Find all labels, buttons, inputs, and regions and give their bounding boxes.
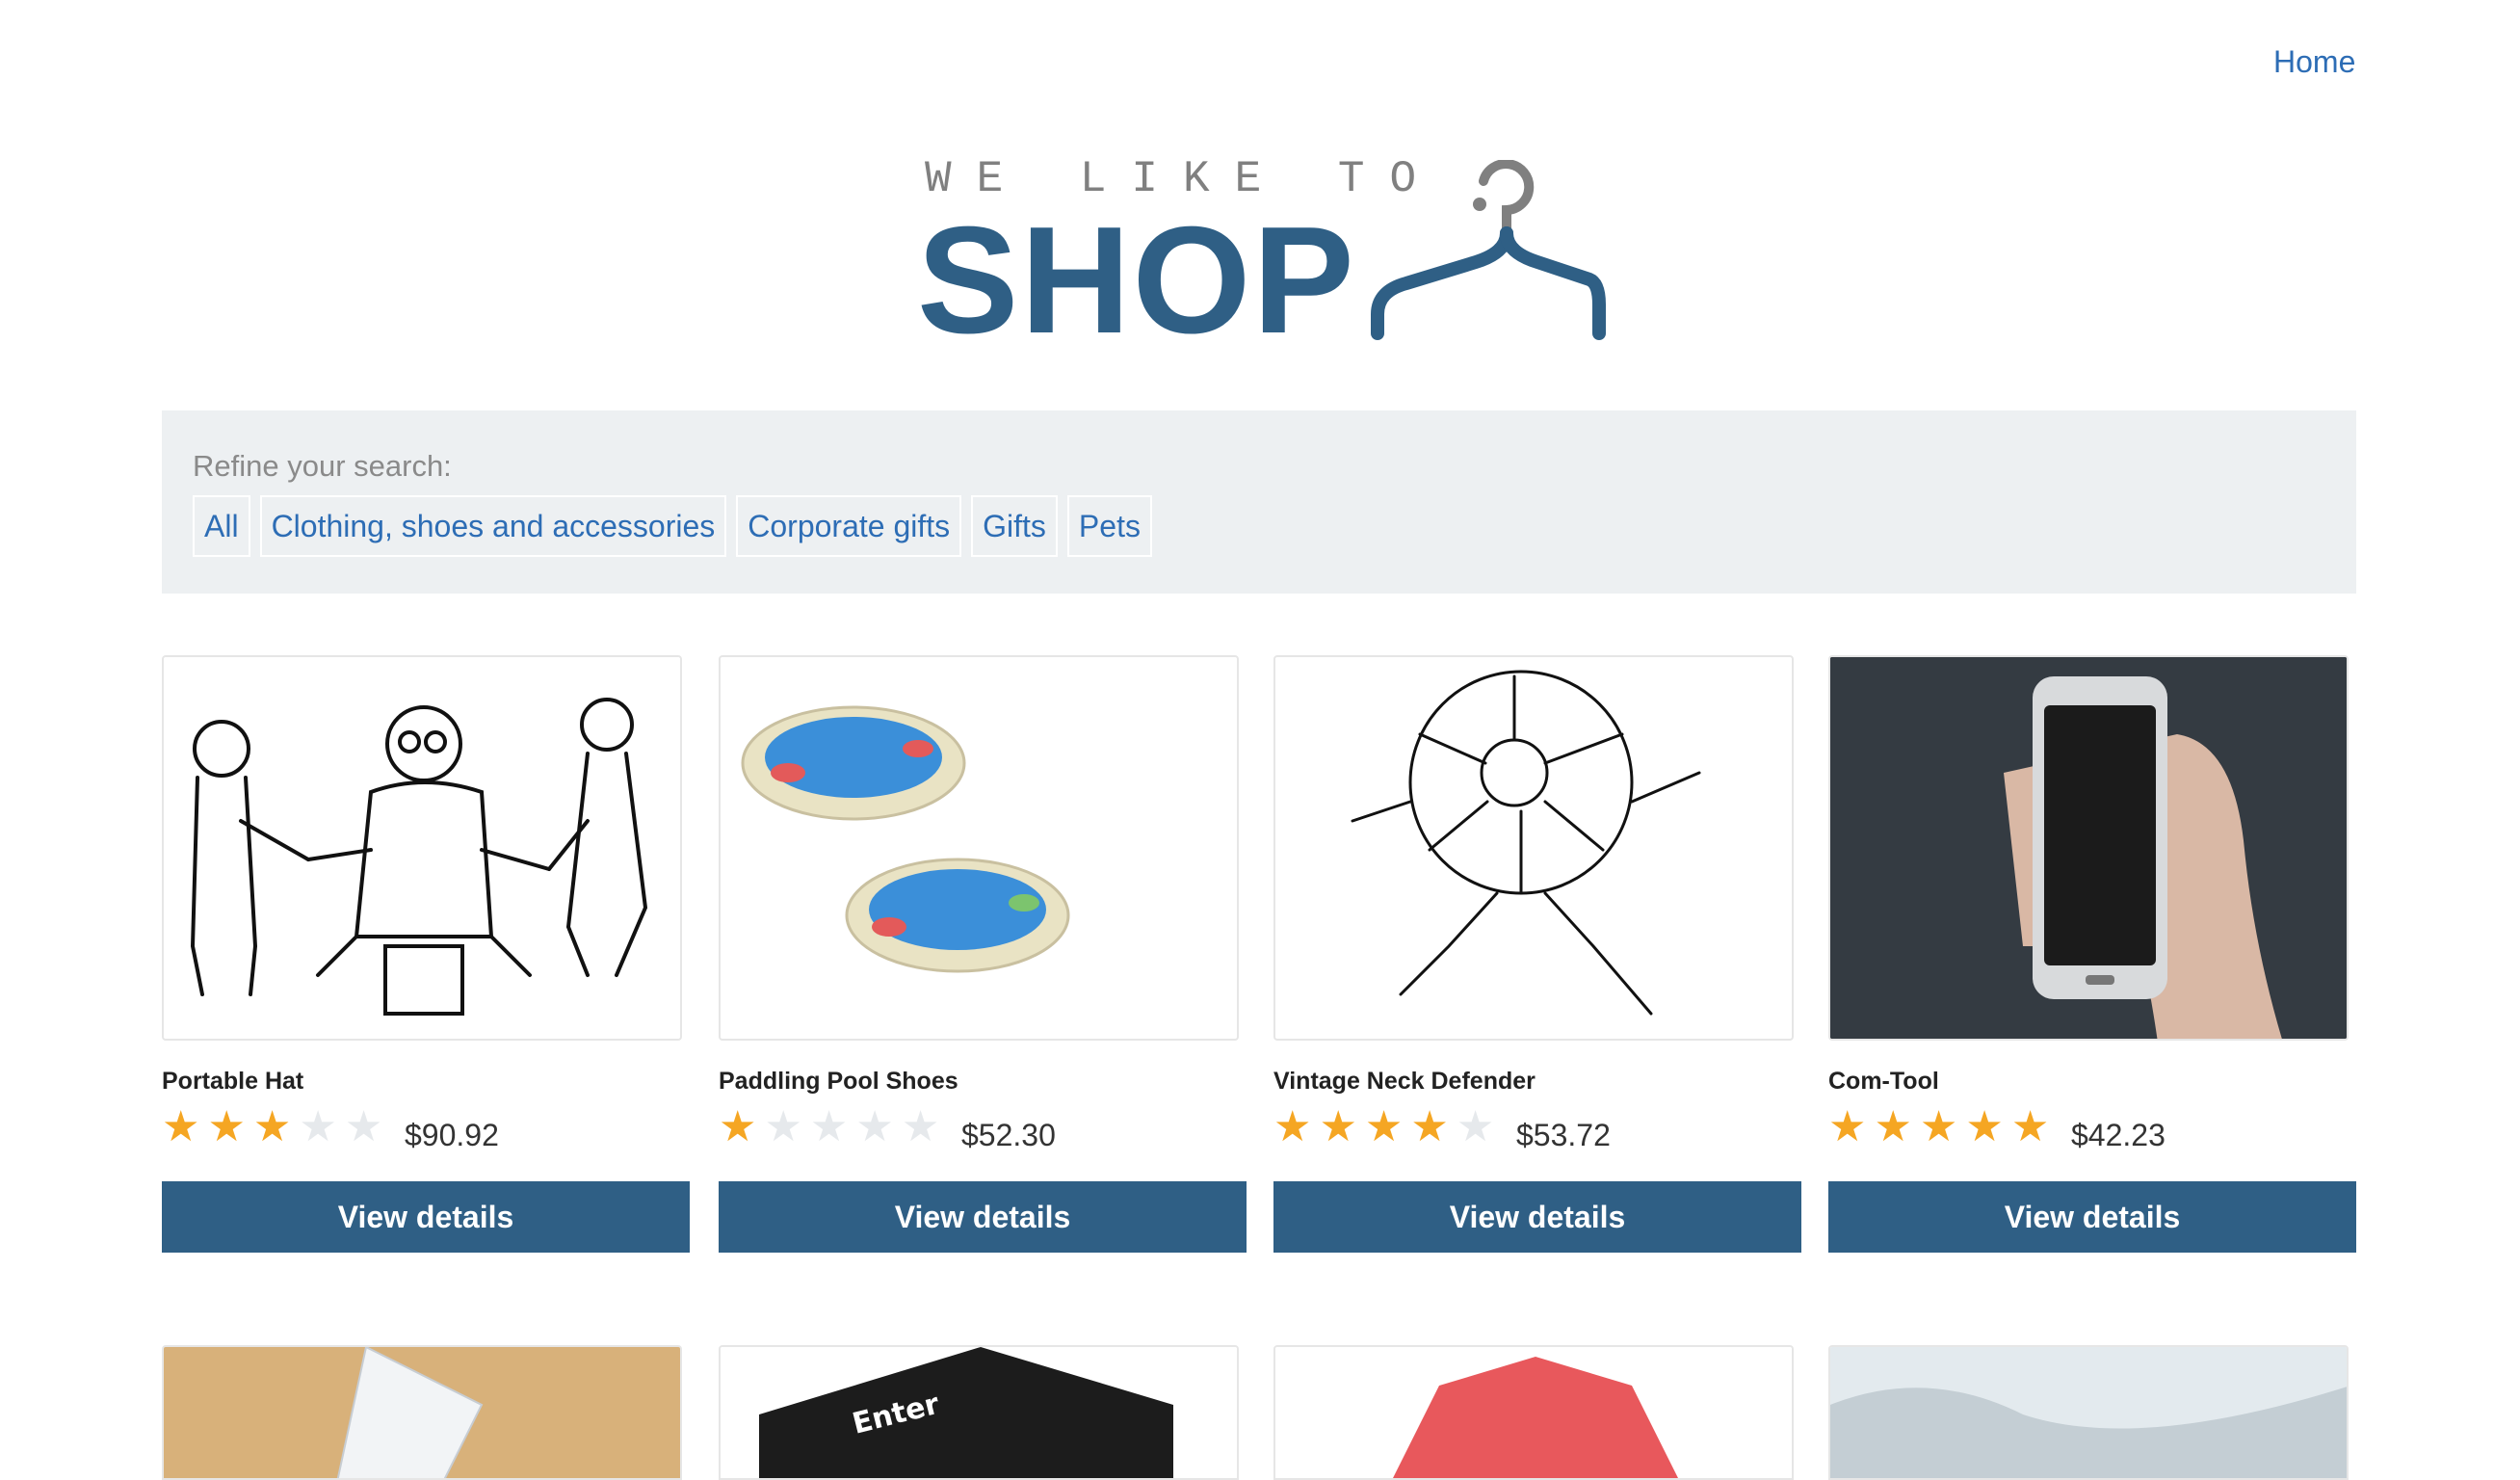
product-image[interactable]	[162, 655, 682, 1041]
product-price: $42.23	[2071, 1118, 2166, 1152]
logo-wordmark: SHOP	[917, 196, 1356, 365]
product-card: Com-Tool ★ ★ ★ ★ ★ $42.23 View details	[1828, 655, 2356, 1253]
star-filled-icon: ★	[1410, 1103, 1449, 1150]
filter-corporate-gifts[interactable]: Corporate gifts	[736, 495, 962, 557]
view-details-button[interactable]: View details	[162, 1181, 690, 1253]
star-empty-icon: ★	[344, 1103, 383, 1150]
star-filled-icon: ★	[207, 1103, 246, 1150]
hanger-icon	[1371, 160, 1606, 340]
star-filled-icon: ★	[1319, 1103, 1357, 1150]
view-details-button[interactable]: View details	[1828, 1181, 2356, 1253]
star-rating: ★ ★ ★ ★ ★	[1273, 1106, 1494, 1149]
view-details-button[interactable]: View details	[1273, 1181, 1801, 1253]
product-name[interactable]: Portable Hat	[162, 1068, 303, 1096]
product-image[interactable]	[1273, 655, 1794, 1041]
product-image[interactable]: Enter	[719, 1345, 1239, 1480]
star-rating: ★ ★ ★ ★ ★	[162, 1106, 382, 1149]
product-price: $52.30	[961, 1118, 1056, 1152]
product-image[interactable]	[1828, 655, 2349, 1041]
star-filled-icon: ★	[719, 1103, 757, 1150]
star-rating: ★ ★ ★ ★ ★	[1828, 1106, 2049, 1149]
home-link[interactable]: Home	[2273, 44, 2355, 80]
star-empty-icon: ★	[764, 1103, 802, 1150]
product-image[interactable]	[1273, 1345, 1794, 1480]
filter-gifts[interactable]: Gifts	[971, 495, 1058, 557]
star-filled-icon: ★	[162, 1103, 200, 1150]
star-empty-icon: ★	[1456, 1103, 1495, 1150]
filter-clothing[interactable]: Clothing, shoes and accessories	[259, 495, 727, 557]
product-name[interactable]: Paddling Pool Shoes	[719, 1068, 958, 1096]
product-image[interactable]	[1828, 1345, 2349, 1480]
product-card: Paddling Pool Shoes ★ ★ ★ ★ ★ $52.30 View de…	[719, 655, 1247, 1253]
star-filled-icon: ★	[1364, 1103, 1404, 1150]
shop-logo: WE LIKE TO SHOP	[917, 154, 1611, 357]
star-filled-icon: ★	[1965, 1103, 2004, 1150]
star-filled-icon: ★	[1874, 1103, 1912, 1150]
star-empty-icon: ★	[855, 1103, 894, 1150]
product-name[interactable]: Com-Tool	[1828, 1068, 1939, 1096]
star-filled-icon: ★	[1828, 1103, 1867, 1150]
star-empty-icon: ★	[901, 1103, 940, 1150]
star-filled-icon: ★	[252, 1103, 292, 1150]
filter-pets[interactable]: Pets	[1066, 495, 1152, 557]
star-filled-icon: ★	[1273, 1103, 1312, 1150]
filter-all[interactable]: All	[193, 495, 250, 557]
product-image[interactable]	[719, 655, 1239, 1041]
star-empty-icon: ★	[809, 1103, 849, 1150]
star-empty-icon: ★	[299, 1103, 337, 1150]
filter-panel: Refine your search: All Clothing, shoes …	[162, 410, 2356, 594]
product-card: Portable Hat ★ ★ ★ ★ ★ $90.92 View details	[162, 655, 690, 1253]
product-card: Vintage Neck Defender ★ ★ ★ ★ ★ $53.72 View …	[1273, 655, 1801, 1253]
product-image[interactable]	[162, 1345, 682, 1480]
star-filled-icon: ★	[2010, 1103, 2050, 1150]
product-name[interactable]: Vintage Neck Defender	[1273, 1068, 1536, 1096]
star-rating: ★ ★ ★ ★ ★	[719, 1106, 939, 1149]
product-price: $53.72	[1516, 1118, 1611, 1152]
star-filled-icon: ★	[1919, 1103, 1958, 1150]
product-price: $90.92	[405, 1118, 499, 1152]
filter-label: Refine your search:	[193, 449, 452, 483]
filter-list: All Clothing, shoes and accessories Corp…	[193, 495, 1152, 557]
view-details-button[interactable]: View details	[719, 1181, 1247, 1253]
